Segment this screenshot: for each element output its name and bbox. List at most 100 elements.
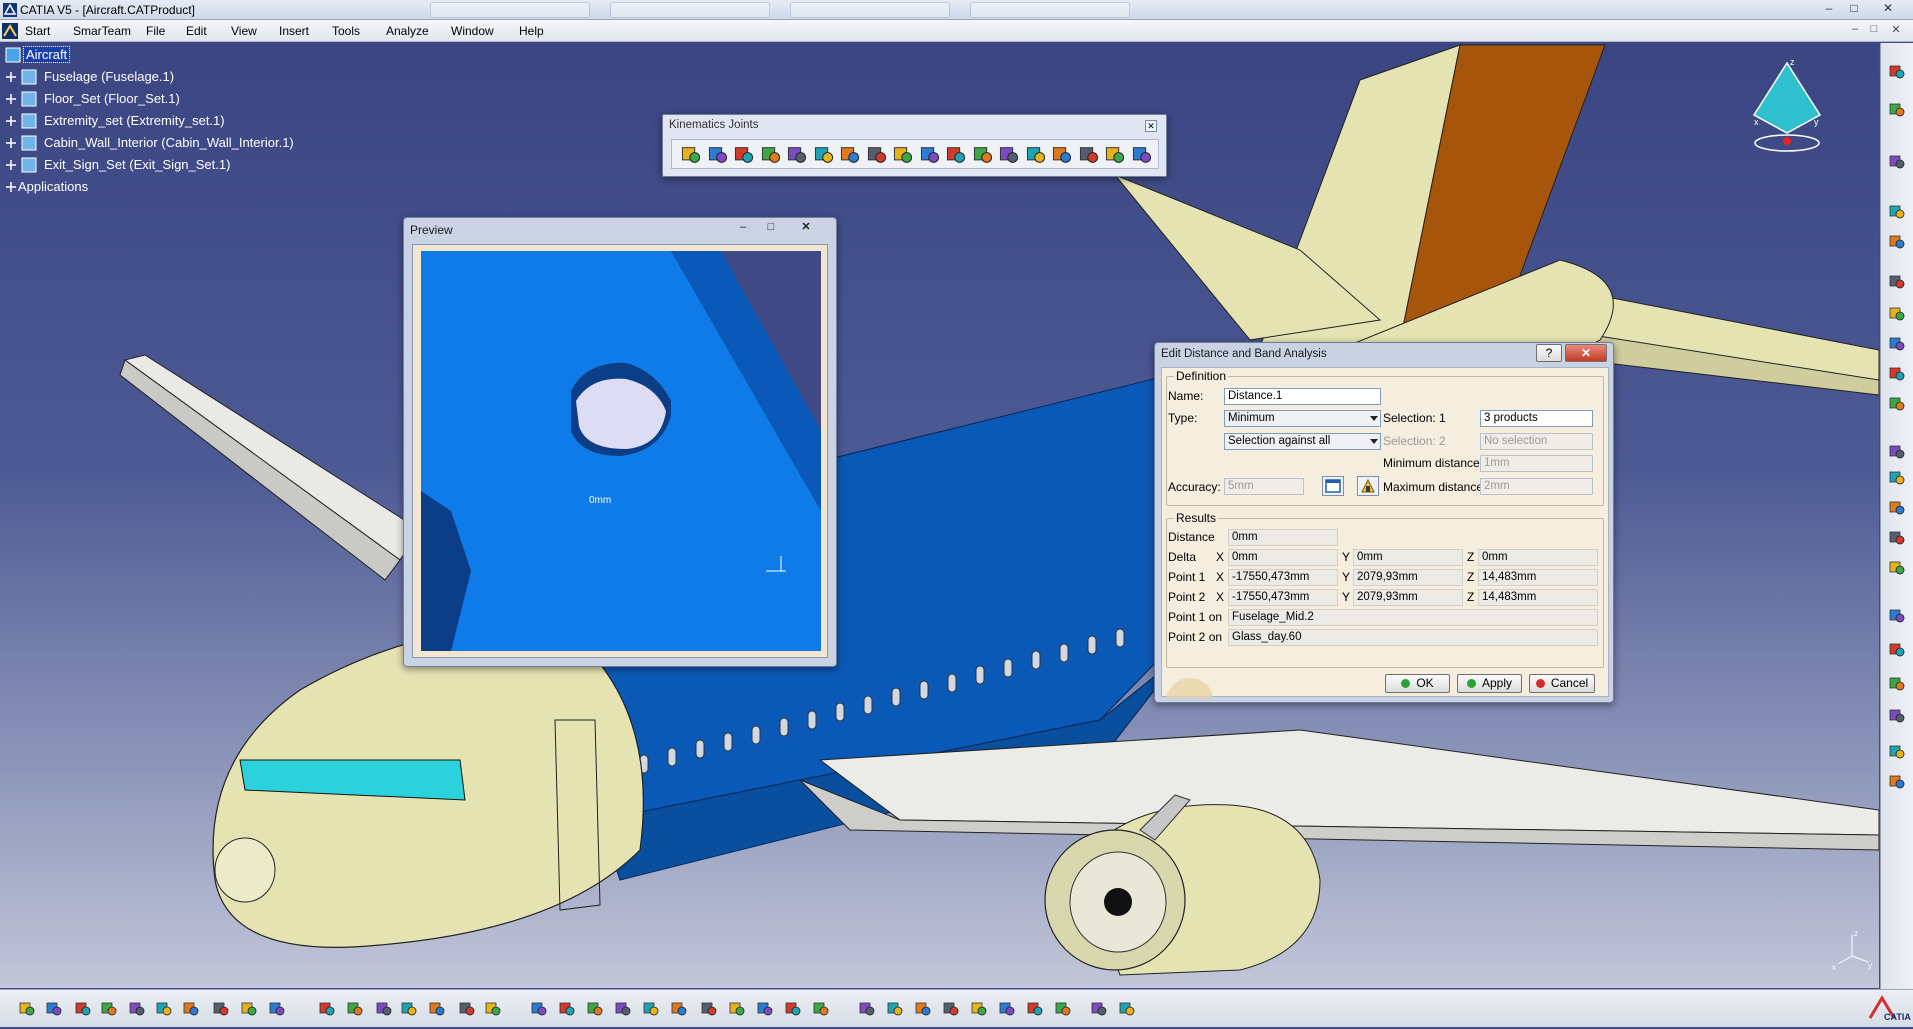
new-icon[interactable] [18, 1000, 36, 1018]
undo-icon[interactable] [212, 1000, 230, 1018]
workbench-tool-icon[interactable] [1888, 707, 1906, 725]
filter-icon[interactable] [484, 1000, 502, 1018]
menu-window[interactable]: Window [451, 24, 494, 38]
zoom-in-icon[interactable] [642, 1000, 660, 1018]
rotate-icon[interactable] [614, 1000, 632, 1018]
workbench-tool-icon[interactable] [1888, 335, 1906, 353]
workbench-tool-icon[interactable] [1888, 365, 1906, 383]
mdi-close-button[interactable]: ✕ [1887, 23, 1905, 38]
print-icon[interactable] [100, 1000, 118, 1018]
distance-options-button[interactable] [1357, 476, 1379, 496]
dialog-close-button[interactable]: ✕ [1565, 344, 1607, 362]
workbench-tool-icon[interactable] [1888, 773, 1906, 791]
workbench-tool-icon[interactable] [1888, 641, 1906, 659]
search-icon[interactable] [970, 1000, 988, 1018]
preview-close-button[interactable]: ✕ [788, 221, 824, 236]
kinematic-joint-icon[interactable] [813, 144, 835, 166]
graph-icon[interactable] [428, 1000, 446, 1018]
workbench-tool-icon[interactable] [1888, 469, 1906, 487]
kinematic-joint-icon[interactable] [972, 144, 994, 166]
window-minimize-button[interactable]: – [1817, 1, 1841, 17]
workbench-tool-icon[interactable] [1888, 273, 1906, 291]
settings-icon[interactable] [458, 1000, 476, 1018]
window-close-button[interactable]: ✕ [1876, 1, 1900, 17]
menu-edit[interactable]: Edit [186, 24, 207, 38]
workbench-tool-icon[interactable] [1888, 675, 1906, 693]
menu-analyze[interactable]: Analyze [386, 24, 429, 38]
mdi-restore-button[interactable]: □ [1865, 23, 1883, 38]
cube-icon[interactable] [998, 1000, 1016, 1018]
workbench-tool-icon[interactable] [1888, 499, 1906, 517]
start-menu-icon[interactable] [2, 23, 18, 39]
workbench-tool-icon[interactable] [1888, 63, 1906, 81]
workbench-tool-icon[interactable] [1888, 305, 1906, 323]
kinematic-joint-icon[interactable] [1025, 144, 1047, 166]
menu-insert[interactable]: Insert [279, 24, 309, 38]
light-icon[interactable] [1026, 1000, 1044, 1018]
workbench-tool-icon[interactable] [1888, 559, 1906, 577]
minimum-distance-field[interactable]: 1mm [1480, 455, 1593, 472]
pan-icon[interactable] [586, 1000, 604, 1018]
kinematic-joint-icon[interactable] [733, 144, 755, 166]
window-maximize-button[interactable]: □ [1842, 1, 1866, 17]
menu-help[interactable]: Help [519, 24, 544, 38]
kinematic-joint-icon[interactable] [760, 144, 782, 166]
menu-file[interactable]: File [146, 24, 165, 38]
kinematic-joint-icon[interactable] [707, 144, 729, 166]
cancel-button[interactable]: Cancel [1529, 674, 1595, 693]
table-icon[interactable] [400, 1000, 418, 1018]
kinematic-joint-icon[interactable] [866, 144, 888, 166]
copy-icon[interactable] [155, 1000, 173, 1018]
cut-icon[interactable] [128, 1000, 146, 1018]
menu-tools[interactable]: Tools [332, 24, 360, 38]
workbench-tool-icon[interactable] [1888, 607, 1906, 625]
kinematic-joint-icon[interactable] [786, 144, 808, 166]
workbench-tool-icon[interactable] [1888, 203, 1906, 221]
formula-icon[interactable] [318, 1000, 336, 1018]
kinematic-joint-icon[interactable] [919, 144, 941, 166]
exit-icon[interactable] [1118, 1000, 1136, 1018]
catalog-icon[interactable] [375, 1000, 393, 1018]
menu-smarteam[interactable]: SmarTeam [73, 24, 131, 38]
sync-icon[interactable] [1090, 1000, 1108, 1018]
preview-viewport[interactable]: 0mm [421, 251, 821, 651]
mdi-minimize-button[interactable]: – [1846, 23, 1864, 38]
selection-mode-combo[interactable]: Selection against all [1224, 433, 1381, 450]
workbench-tool-icon[interactable] [1888, 529, 1906, 547]
comment-icon[interactable] [346, 1000, 364, 1018]
kinematic-joint-icon[interactable] [945, 144, 967, 166]
preview-minimize-button[interactable]: – [730, 221, 756, 236]
3d-viewport[interactable]: z x y z x y Aircraft Fuselage (Fuselage.… [0, 43, 1879, 988]
workbench-tool-icon[interactable] [1888, 233, 1906, 251]
menu-view[interactable]: View [231, 24, 257, 38]
normal-view-icon[interactable] [700, 1000, 718, 1018]
iso-view-icon[interactable] [728, 1000, 746, 1018]
kinematic-joint-icon[interactable] [839, 144, 861, 166]
previous-icon[interactable] [914, 1000, 932, 1018]
compass-snap-icon[interactable] [886, 1000, 904, 1018]
apply-button[interactable]: Apply [1457, 674, 1522, 693]
whats-this-icon[interactable] [268, 1000, 286, 1018]
workbench-tool-icon[interactable] [1888, 743, 1906, 761]
workbench-tool-icon[interactable] [1888, 153, 1906, 171]
fly-icon[interactable] [530, 1000, 548, 1018]
accuracy-field[interactable]: 5mm [1224, 478, 1304, 495]
workbench-tool-icon[interactable] [1888, 395, 1906, 413]
ok-button[interactable]: OK [1385, 674, 1450, 693]
next-icon[interactable] [942, 1000, 960, 1018]
menu-start[interactable]: Start [25, 24, 50, 38]
selection2-field[interactable]: No selection [1480, 433, 1593, 450]
kinematic-joint-icon[interactable] [1051, 144, 1073, 166]
kinematic-joint-icon[interactable] [1131, 144, 1153, 166]
catia-app-icon[interactable] [3, 3, 17, 17]
dialog-help-button[interactable]: ? [1536, 344, 1562, 362]
type-combo[interactable]: Minimum [1224, 410, 1381, 427]
toolbar-close-button[interactable]: ✕ [1145, 120, 1157, 132]
paste-icon[interactable] [182, 1000, 200, 1018]
view-mode-icon[interactable] [756, 1000, 774, 1018]
zoom-out-icon[interactable] [670, 1000, 688, 1018]
open-icon[interactable] [45, 1000, 63, 1018]
workbench-tool-icon[interactable] [1888, 101, 1906, 119]
fit-all-icon[interactable] [558, 1000, 576, 1018]
kinematic-joint-icon[interactable] [680, 144, 702, 166]
